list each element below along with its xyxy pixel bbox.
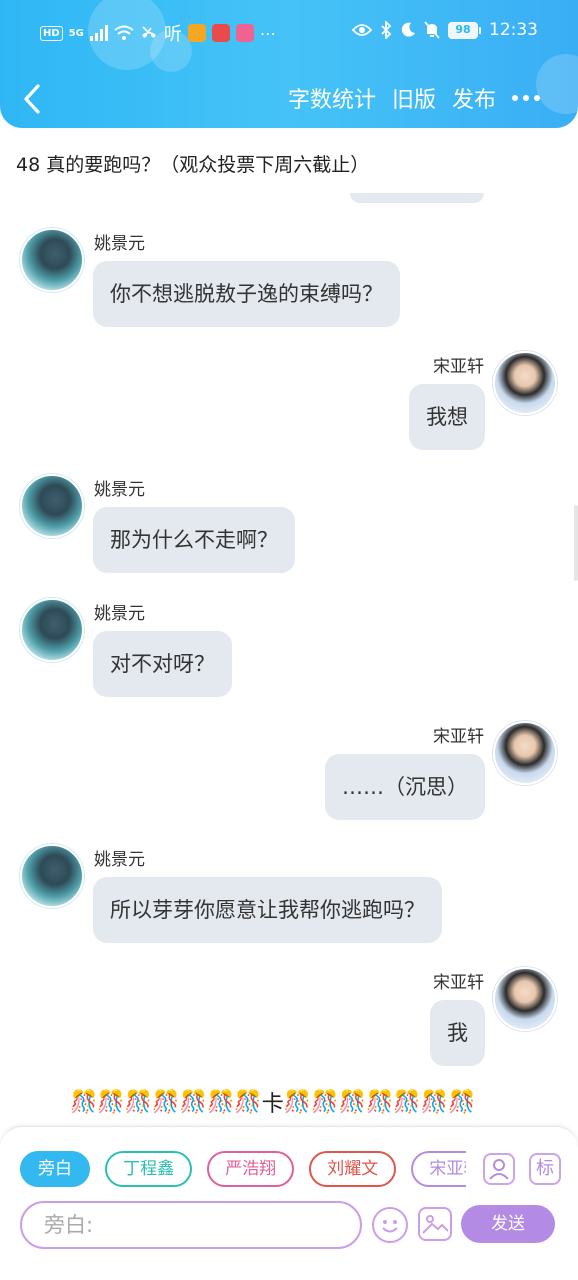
message-bubble[interactable]: ……（沉思） [325, 754, 485, 820]
social-app-icon [235, 24, 254, 42]
compose-panel: 旁白 丁程鑫 严浩翔 刘耀文 宋亚轩 标 旁白: 发送 [0, 1126, 578, 1280]
more-dot-icon [534, 95, 540, 101]
avatar-yao-jingyuan[interactable] [20, 598, 84, 662]
message-bubble[interactable]: 我 [430, 1000, 485, 1066]
character-chip-ding-chengxin[interactable]: 丁程鑫 [105, 1151, 193, 1187]
avatar-yao-jingyuan[interactable] [20, 844, 84, 908]
sender-name: 姚景元 [94, 480, 145, 500]
status-bar: HD 5G 听 ⋯ 98 12:33 [0, 18, 578, 52]
avatar-song-yaxuan[interactable] [493, 351, 557, 415]
character-chip-narrator[interactable]: 旁白 [20, 1151, 90, 1187]
nav-bar: 字数统计 旧版 发布 [0, 76, 578, 122]
send-button[interactable]: 发送 [461, 1205, 555, 1243]
narration-line[interactable]: 🎊🎊🎊🎊🎊🎊🎊 卡 🎊🎊🎊🎊🎊🎊🎊 [70, 1086, 476, 1118]
story-topic: 48 真的要跑吗？（观众投票下周六截止） [16, 154, 370, 176]
sender-name: 姚景元 [94, 604, 145, 624]
confetti-emoji-right: 🎊🎊🎊🎊🎊🎊🎊 [283, 1089, 476, 1115]
narration-text: 卡 [261, 1092, 284, 1117]
chevron-left-icon [24, 84, 40, 114]
hd-indicator: HD [40, 25, 63, 41]
mute-bell-icon [424, 21, 440, 39]
sender-name: 宋亚轩 [433, 357, 484, 377]
person-icon [489, 1159, 509, 1180]
more-dot-icon [512, 95, 518, 101]
listen-app-icon: 听 [163, 24, 182, 45]
message-bubble[interactable]: 我想 [409, 384, 485, 450]
missed-call-icon [141, 26, 156, 38]
network-indicator: 5G [68, 27, 84, 39]
more-notifications-icon: ⋯ [259, 23, 276, 43]
publish-button[interactable]: 发布 [452, 82, 496, 114]
sender-name: 姚景元 [94, 850, 145, 870]
image-button[interactable] [418, 1207, 452, 1241]
sender-name: 姚景元 [94, 234, 145, 254]
avatar-song-yaxuan[interactable] [493, 967, 557, 1031]
avatar-yao-jingyuan[interactable] [20, 228, 84, 292]
moon-icon [401, 22, 415, 37]
app-header: HD 5G 听 ⋯ 98 12:33 字数统计 旧版 发布 [0, 0, 578, 128]
signal-icon [89, 25, 108, 41]
character-chip-yan-haoxiang[interactable]: 严浩翔 [207, 1151, 295, 1187]
previous-message-bubble [350, 193, 484, 203]
weibo-app-icon [187, 24, 206, 42]
sender-name: 宋亚轩 [433, 727, 484, 747]
message-bubble[interactable]: 那为什么不走啊？ [93, 507, 295, 573]
scrollbar[interactable] [574, 505, 578, 581]
message-input[interactable]: 旁白: [20, 1201, 362, 1249]
smiley-icon [382, 1220, 398, 1233]
music-app-icon [211, 24, 230, 42]
eye-icon [352, 24, 372, 36]
message-bubble[interactable]: 所以芽芽你愿意让我帮你逃跑吗？ [93, 877, 442, 943]
more-dot-icon [523, 95, 529, 101]
back-button[interactable] [18, 80, 48, 118]
battery-level: 98 [448, 21, 478, 39]
old-version-button[interactable]: 旧版 [392, 82, 436, 114]
character-chip-liu-yaowen[interactable]: 刘耀文 [309, 1151, 397, 1187]
mark-button[interactable]: 标 [529, 1153, 561, 1185]
bluetooth-icon [381, 21, 392, 39]
emoji-button[interactable] [372, 1207, 408, 1243]
avatar-yao-jingyuan[interactable] [20, 474, 84, 538]
image-icon [422, 1215, 449, 1234]
avatar-song-yaxuan[interactable] [493, 721, 557, 785]
more-options-button[interactable] [512, 95, 540, 101]
clock: 12:33 [489, 20, 538, 40]
character-manage-button[interactable] [483, 1153, 515, 1185]
battery-indicator: 98 [448, 21, 481, 39]
word-count-button[interactable]: 字数统计 [288, 82, 376, 114]
sender-name: 宋亚轩 [433, 973, 484, 993]
wifi-icon [114, 25, 134, 40]
message-bubble[interactable]: 对不对呀？ [93, 631, 232, 697]
battery-tip [479, 26, 481, 34]
character-chip-song-yaxuan[interactable]: 宋亚轩 [411, 1151, 466, 1187]
message-bubble[interactable]: 你不想逃脱敖子逸的束缚吗？ [93, 261, 400, 327]
character-selector: 旁白 丁程鑫 严浩翔 刘耀文 宋亚轩 [20, 1151, 466, 1189]
confetti-emoji-left: 🎊🎊🎊🎊🎊🎊🎊 [70, 1089, 262, 1115]
